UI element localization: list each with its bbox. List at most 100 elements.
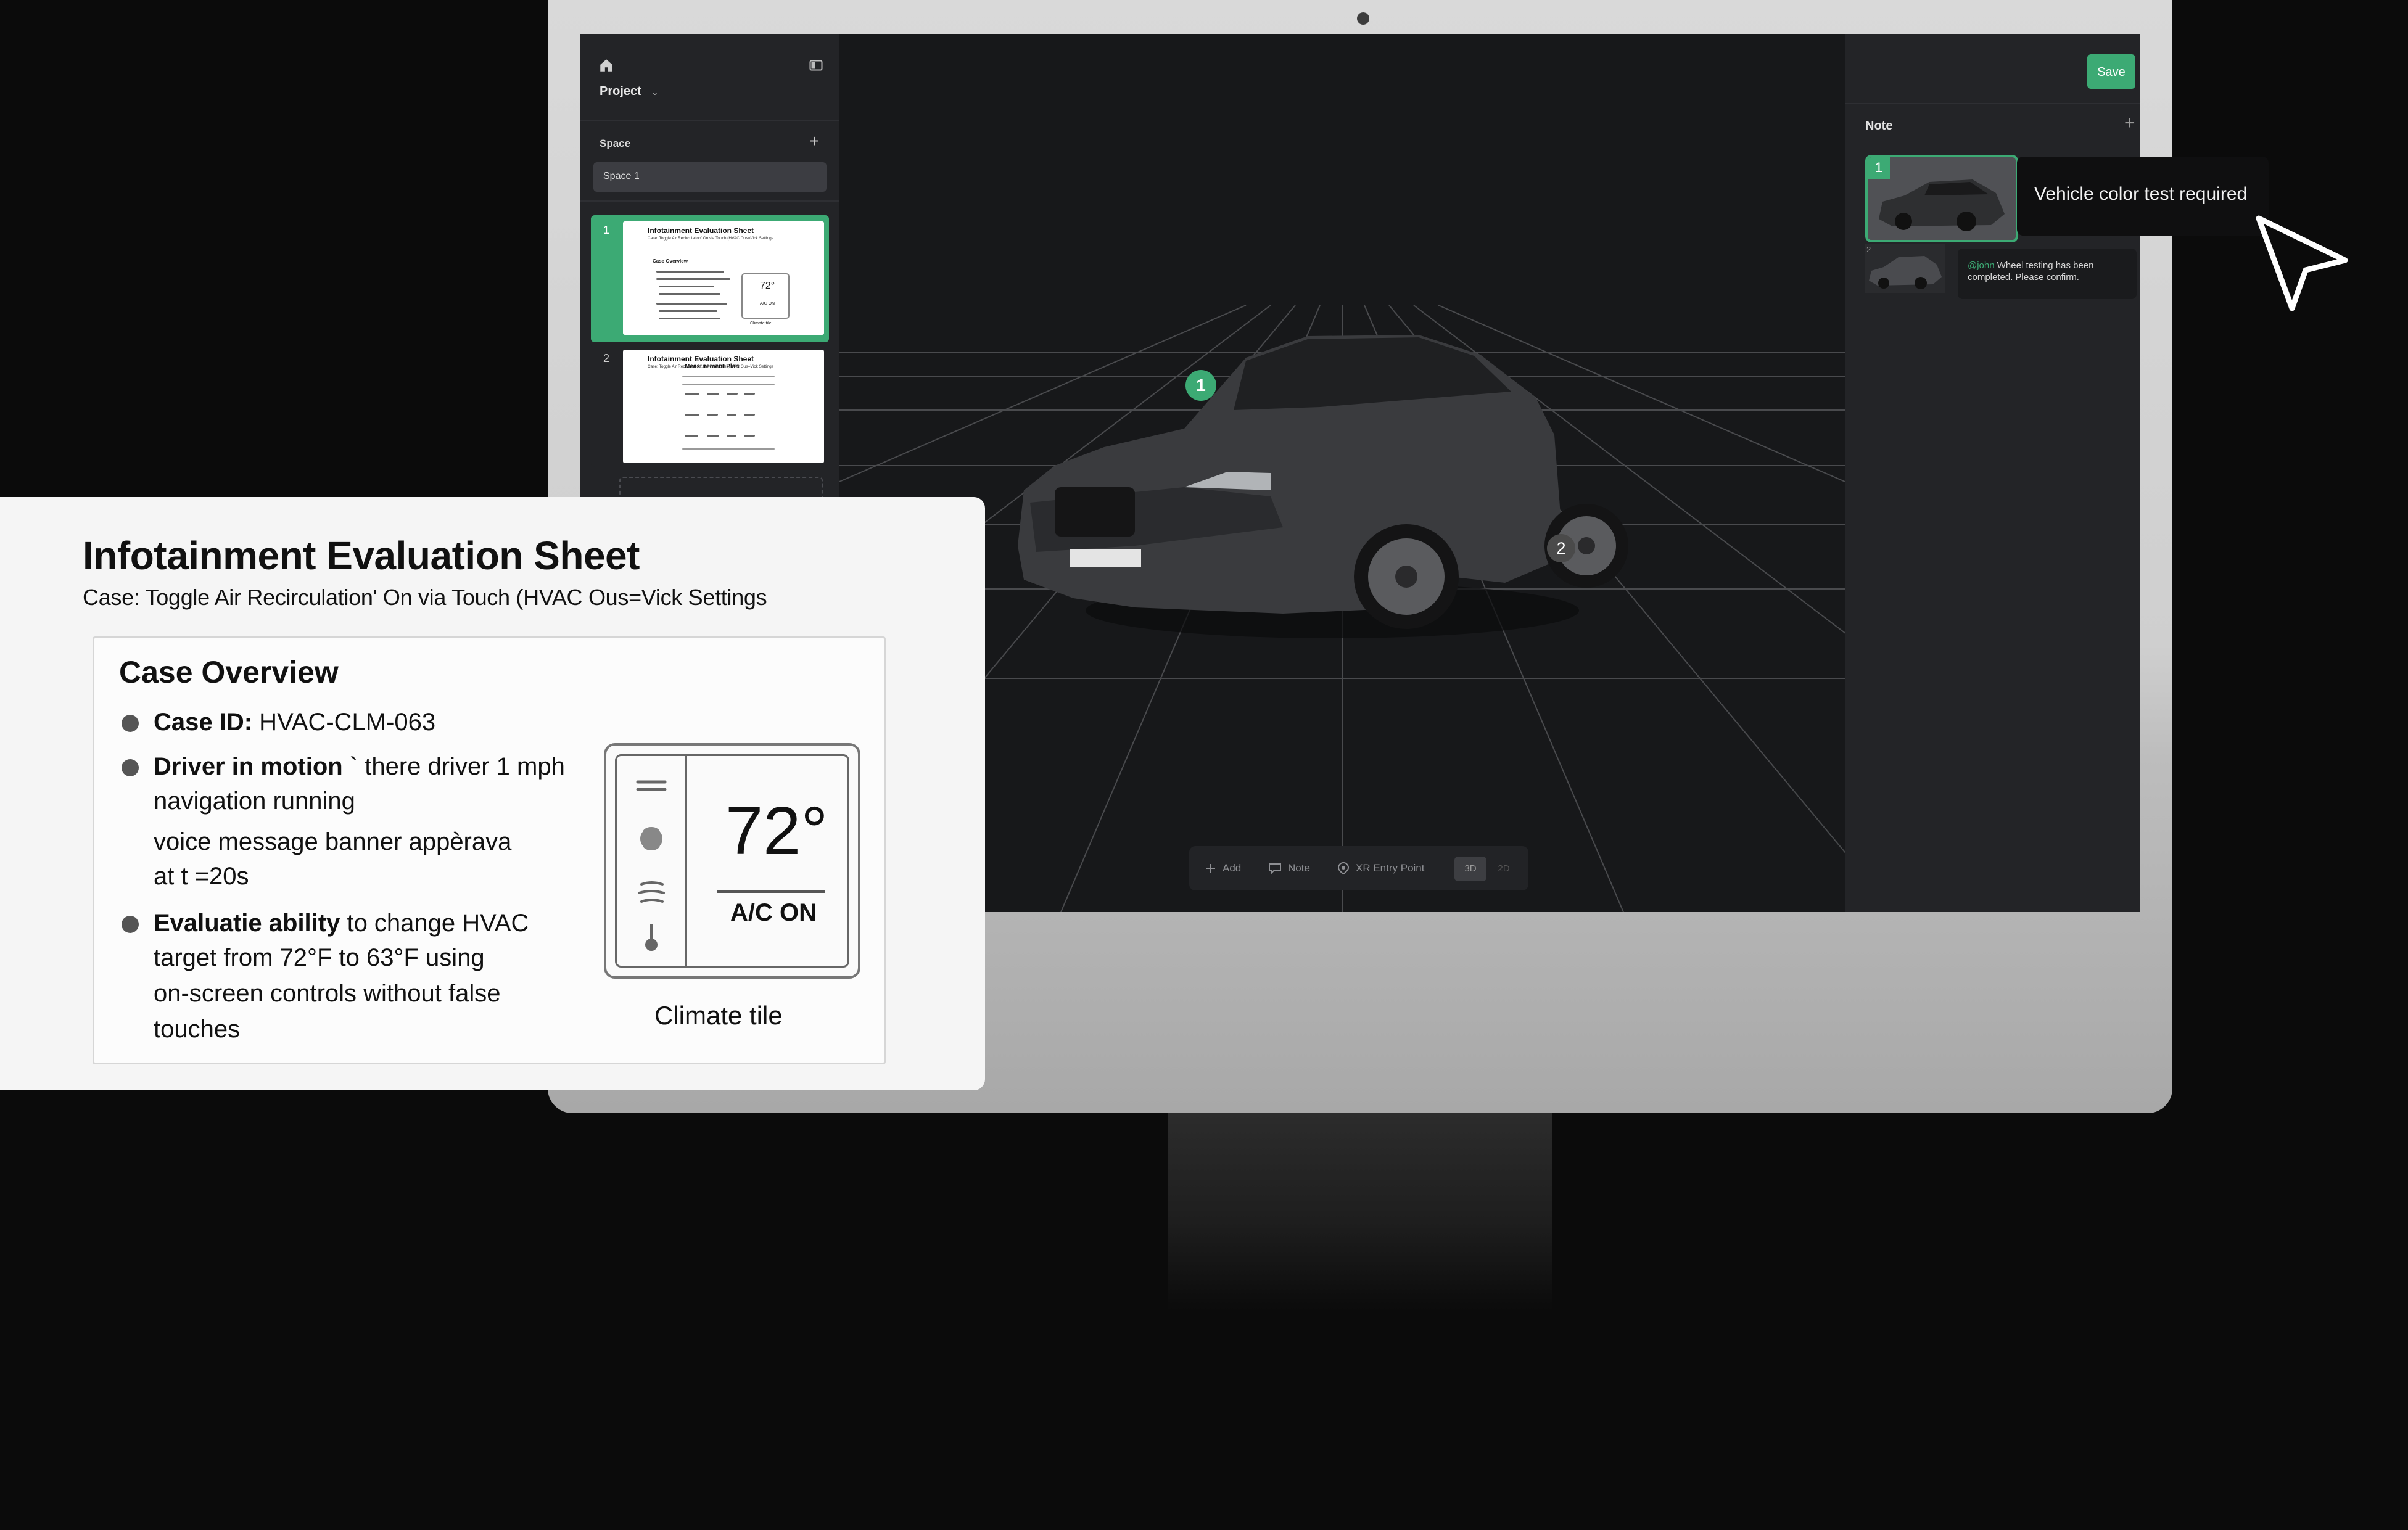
document-preview-card: Infotainment Evaluation Sheet Case: Togg… — [0, 497, 985, 1090]
note-2-text: @john Wheel testing has been completed. … — [1968, 260, 2129, 283]
perspective-grid — [839, 305, 1845, 912]
climate-caption-mini: Climate tile — [750, 321, 772, 326]
add-note-plus-icon[interactable]: + — [2124, 114, 2135, 133]
climate-temperature: 72° — [725, 793, 828, 869]
note-1-number: 1 — [1868, 157, 1890, 179]
text-line — [656, 271, 724, 273]
note-1-text: Vehicle color test required — [2034, 184, 2248, 204]
text-line — [656, 303, 727, 305]
bullet-driver-motion-line: navigation running — [154, 788, 355, 815]
table-cell — [727, 414, 736, 416]
table-cell — [744, 414, 755, 416]
location-pin-icon — [1337, 862, 1350, 875]
car-thumbnail — [1865, 244, 1945, 293]
climate-separator — [717, 890, 825, 893]
note-1-thumbnail[interactable]: 1 — [1865, 155, 2018, 242]
table-cell — [744, 393, 755, 395]
case-overview-box: Case Overview Case ID: HVAC-CLM-063 Driv… — [93, 636, 886, 1064]
climate-tile: 72° A/C ON — [604, 743, 860, 979]
bullet-evaluate-line: touches — [154, 1016, 241, 1043]
table-cell — [685, 435, 698, 437]
climate-tile-mini: 72° A/C ON — [741, 273, 790, 319]
add-space-plus-icon[interactable]: + — [809, 133, 819, 150]
bullet-icon — [122, 759, 139, 776]
annotation-pin-1[interactable]: 1 — [1185, 370, 1216, 401]
table-cell — [707, 414, 718, 416]
bullet-driver-motion-line: at t =20s — [154, 863, 249, 890]
home-icon[interactable] — [598, 57, 614, 73]
climate-controls-icons — [636, 780, 667, 951]
page-preview: Infotainment Evaluation Sheet Case: Togg… — [623, 350, 824, 463]
mention-link[interactable]: @john — [1968, 260, 1995, 271]
project-selector[interactable]: Project — [600, 84, 641, 99]
table-cell — [685, 393, 699, 395]
sidebar-collapse-icon[interactable] — [809, 60, 823, 71]
note-button[interactable]: Note — [1268, 846, 1310, 890]
table-cell — [685, 414, 699, 416]
note-2-number: 2 — [1866, 245, 1871, 254]
page-preview-title: Infotainment Evaluation Sheet — [648, 226, 754, 235]
cursor-arrow-icon — [2256, 215, 2348, 311]
page-thumbnail-2[interactable]: 2 Infotainment Evaluation Sheet Case: To… — [591, 343, 829, 467]
text-line — [659, 318, 720, 319]
page-preview-section: Case Overview — [653, 258, 688, 264]
climate-tile-inner: 72° A/C ON — [615, 754, 849, 968]
bullet-case-id: Case ID: HVAC-CLM-063 — [154, 709, 436, 736]
view-2d-toggle[interactable]: 2D — [1491, 857, 1516, 881]
table-cell — [727, 435, 736, 437]
divider — [580, 120, 839, 121]
document-subtitle: Case: Toggle Air Recirculation' On via T… — [83, 585, 767, 610]
bullet-evaluate-line: on-screen controls without false — [154, 980, 501, 1007]
table-rule — [682, 384, 775, 385]
page-preview-subtitle: Case: Toggle Air Recirculation' On via T… — [648, 236, 773, 241]
bullet-driver-motion-line: voice message banner appèrava — [154, 828, 512, 855]
table-cell — [727, 393, 738, 395]
car-model[interactable] — [1018, 335, 1628, 638]
view-3d-toggle[interactable]: 3D — [1454, 857, 1486, 881]
xr-entry-point-label: XR Entry Point — [1356, 862, 1425, 874]
bullet-evaluate-line: target from 72°F to 63°F using — [154, 944, 485, 971]
chevron-down-icon[interactable]: ⌄ — [651, 87, 659, 97]
table-rule — [682, 376, 775, 377]
monitor-stand — [1168, 1113, 1552, 1310]
climate-tile-caption: Climate tile — [654, 1001, 783, 1030]
bullet-icon — [122, 916, 139, 933]
add-button-label: Add — [1223, 862, 1242, 874]
climate-ac-mini: A/C ON — [760, 302, 775, 306]
table-cell — [707, 435, 719, 437]
space-section-label: Space — [600, 138, 631, 149]
bullet-icon — [122, 715, 139, 732]
annotation-pin-2[interactable]: 2 — [1547, 534, 1575, 562]
notes-heading: Note — [1865, 119, 1893, 133]
save-button[interactable]: Save — [2087, 54, 2135, 89]
climate-temp-mini: 72° — [760, 281, 775, 291]
page-number: 1 — [603, 224, 610, 236]
divider — [580, 200, 839, 202]
space-select[interactable]: Space 1 — [593, 162, 827, 192]
add-button[interactable]: Add — [1205, 846, 1241, 890]
comment-icon — [1269, 863, 1281, 874]
note-button-label: Note — [1288, 862, 1310, 874]
plus-icon — [1206, 864, 1215, 873]
document-title: Infotainment Evaluation Sheet — [83, 533, 640, 578]
divider — [1845, 103, 2140, 104]
page-preview-title: Infotainment Evaluation Sheet — [648, 355, 754, 363]
note-2-comment[interactable]: @john Wheel testing has been completed. … — [1958, 249, 2137, 299]
space-select-value: Space 1 — [603, 171, 640, 181]
climate-ac-status: A/C ON — [730, 899, 817, 926]
note-2-thumbnail[interactable]: 2 — [1865, 244, 1945, 293]
text-line — [656, 278, 730, 280]
monitor-camera — [1357, 12, 1369, 25]
xr-entry-point-button[interactable]: XR Entry Point — [1337, 846, 1425, 890]
page-number: 2 — [603, 352, 610, 364]
text-line — [659, 310, 717, 312]
thermometer-icon — [645, 924, 658, 951]
car-thumbnail — [1868, 157, 2016, 240]
text-line — [659, 286, 714, 287]
viewport-3d[interactable]: 1 2 Add Note XR Entry Point 3D 2D — [839, 34, 1845, 912]
page-preview: Infotainment Evaluation Sheet Case: Togg… — [623, 221, 824, 335]
fan-icon — [640, 827, 662, 850]
table-cell — [744, 435, 755, 437]
page-thumbnail-1[interactable]: 1 Infotainment Evaluation Sheet Case: To… — [591, 215, 829, 342]
climate-divider — [685, 756, 687, 966]
